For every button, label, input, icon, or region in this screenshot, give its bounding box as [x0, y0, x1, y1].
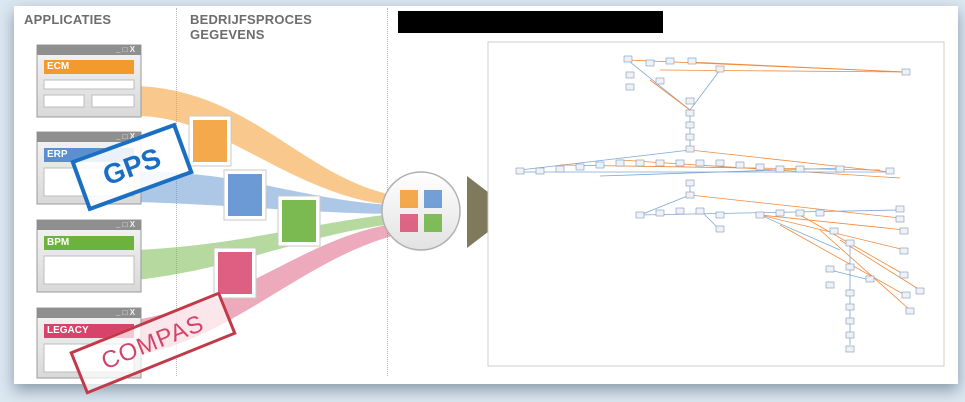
data-doc-pink — [213, 247, 257, 299]
app-label-ecm: ECM — [47, 61, 70, 72]
app-label-bpm: BPM — [47, 237, 70, 248]
window-controls-bpm[interactable]: _ □ X — [116, 218, 135, 232]
data-hub-circle — [381, 171, 461, 251]
data-doc-orange — [188, 115, 232, 167]
window-controls-legacy[interactable]: _ □ X — [116, 306, 135, 320]
app-label-erp: ERP — [47, 149, 68, 160]
data-doc-green — [277, 195, 321, 247]
app-label-legacy: LEGACY — [47, 325, 89, 336]
data-doc-blue — [223, 169, 267, 221]
window-controls-ecm[interactable]: _ □ X — [116, 43, 135, 57]
process-graph-frame — [487, 41, 945, 367]
